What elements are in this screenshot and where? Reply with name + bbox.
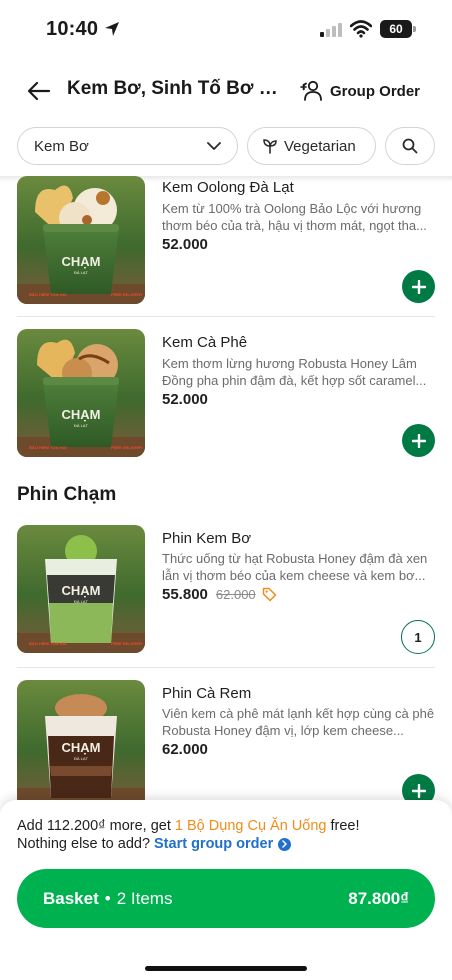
promo-highlight: 1 Bộ Dụng Cụ Ăn Uống (174, 818, 327, 834)
promo-suffix: free! (326, 818, 360, 834)
item-description: Viên kem cà phê mát lạnh kết hợp cùng cà… (162, 706, 435, 738)
nothing-else-text: Nothing else to add? (17, 836, 151, 852)
chevron-down-icon (207, 141, 221, 150)
basket-item-count: 2 Items (116, 888, 173, 908)
location-arrow-icon (105, 22, 119, 36)
promo-prefix: Add 112.200₫ more, get (17, 818, 175, 834)
basket-bottom-sheet: Add 112.200₫ more, get 1 Bộ Dụng Cụ Ăn U… (0, 800, 452, 980)
badge-left-text: BẢO HIỂM TỔN HẠI (29, 641, 67, 646)
leaf-icon (263, 139, 277, 154)
item-name: Kem Oolong Đà Lạt (162, 179, 294, 196)
group-order-prompt: Nothing else to add? Start group order (17, 836, 292, 852)
item-quantity-button[interactable]: 1 (401, 620, 435, 654)
badge-left-text: BẢO HIỂM TỔN HẠI (29, 445, 67, 450)
home-indicator (145, 966, 307, 971)
battery-tip (413, 26, 416, 32)
basket-total: 87.800₫ (348, 888, 409, 908)
basket-separator: • (104, 888, 111, 908)
search-button[interactable] (385, 127, 435, 165)
item-image[interactable]: CHẠM ĐÀ LẠT BẢO HIỂM TỔN HẠI FREE DELIVE… (17, 176, 145, 304)
item-name: Kem Cà Phê (162, 334, 248, 351)
item-description: Kem từ 100% trà Oolong Bảo Lộc với hương… (162, 201, 427, 233)
item-name: Phin Cà Rem (162, 685, 252, 702)
plus-icon (411, 279, 426, 294)
wifi-icon (350, 20, 372, 38)
vegetarian-filter-chip[interactable]: Vegetarian (247, 127, 376, 165)
item-image[interactable]: CHẠM ĐÀ LẠT BẢO HIỂM TỔN HẠI FREE DELIVE… (17, 329, 145, 457)
battery-indicator: 60 (380, 20, 412, 38)
item-original-price: 62.000 (215, 587, 256, 602)
status-time: 10:40 (46, 18, 99, 40)
item-price-row: 55.800 62.000 (162, 586, 277, 603)
item-divider (17, 316, 435, 317)
back-arrow-icon (27, 81, 51, 101)
item-description: Thức uống từ hạt Robusta Honey đậm đà xe… (162, 551, 428, 583)
status-bar: 10:40 60 (0, 0, 452, 62)
cup-brand-text: CHẠM (62, 740, 101, 755)
add-item-button[interactable] (402, 270, 435, 303)
cup-brand-text: CHẠM (62, 407, 101, 422)
group-people-icon (300, 80, 322, 101)
item-divider (17, 667, 435, 668)
badge-left-text: BẢO HIỂM TỔN HẠI (29, 292, 67, 297)
item-price: 62.000 (162, 741, 208, 758)
item-price: 55.800 (162, 586, 208, 603)
promo-message: Add 112.200₫ more, get 1 Bộ Dụng Cụ Ăn U… (17, 818, 360, 834)
cup-brand-text: CHẠM (62, 583, 101, 598)
cup-sub-text: ĐÀ LẠT (74, 756, 89, 761)
group-order-label: Group Order (330, 82, 421, 100)
item-price: 52.000 (162, 391, 208, 408)
group-order-button[interactable]: Group Order (300, 76, 420, 106)
menu-category-value: Kem Bơ (34, 137, 89, 155)
signal-icon (320, 23, 342, 37)
discount-tag-icon (262, 587, 276, 602)
start-group-order-link[interactable]: Start group order (154, 836, 273, 852)
badge-right-text: FREE DELIVERY (111, 292, 143, 297)
item-description: Kem thơm lừng hương Robusta Honey Lâm Đồ… (162, 356, 427, 388)
cup-sub-text: ĐÀ LẠT (74, 599, 89, 604)
cup-sub-text: ĐÀ LẠT (74, 270, 89, 275)
cup-brand-text: CHẠM (62, 254, 101, 269)
search-icon (402, 138, 418, 154)
basket-button[interactable]: Basket • 2 Items 87.800₫ (17, 869, 435, 928)
section-title: Phin Chạm (17, 484, 117, 505)
basket-label: Basket (43, 888, 99, 908)
badge-right-text: FREE DELIVERY (111, 641, 143, 646)
back-button[interactable] (24, 76, 54, 106)
vegetarian-label: Vegetarian (284, 137, 356, 155)
item-image[interactable]: CHẠM ĐÀ LẠT (17, 680, 145, 808)
menu-category-dropdown[interactable]: Kem Bơ (17, 127, 238, 165)
store-header: Kem Bơ, Sinh Tố Bơ H... Group Order (0, 62, 452, 120)
item-name: Phin Kem Bơ (162, 530, 252, 547)
badge-right-text: FREE DELIVERY (111, 445, 143, 450)
plus-icon (411, 783, 426, 798)
item-image[interactable]: CHẠM ĐÀ LẠT BẢO HIỂM TỔN HẠI FREE DELIVE… (17, 525, 145, 653)
add-item-button[interactable] (402, 424, 435, 457)
item-price: 52.000 (162, 236, 208, 253)
chevron-right-icon[interactable] (278, 837, 292, 851)
cup-sub-text: ĐÀ LẠT (74, 423, 89, 428)
filter-bar: Kem Bơ Vegetarian (0, 127, 452, 165)
plus-icon (411, 433, 426, 448)
store-title: Kem Bơ, Sinh Tố Bơ H... (67, 78, 285, 99)
